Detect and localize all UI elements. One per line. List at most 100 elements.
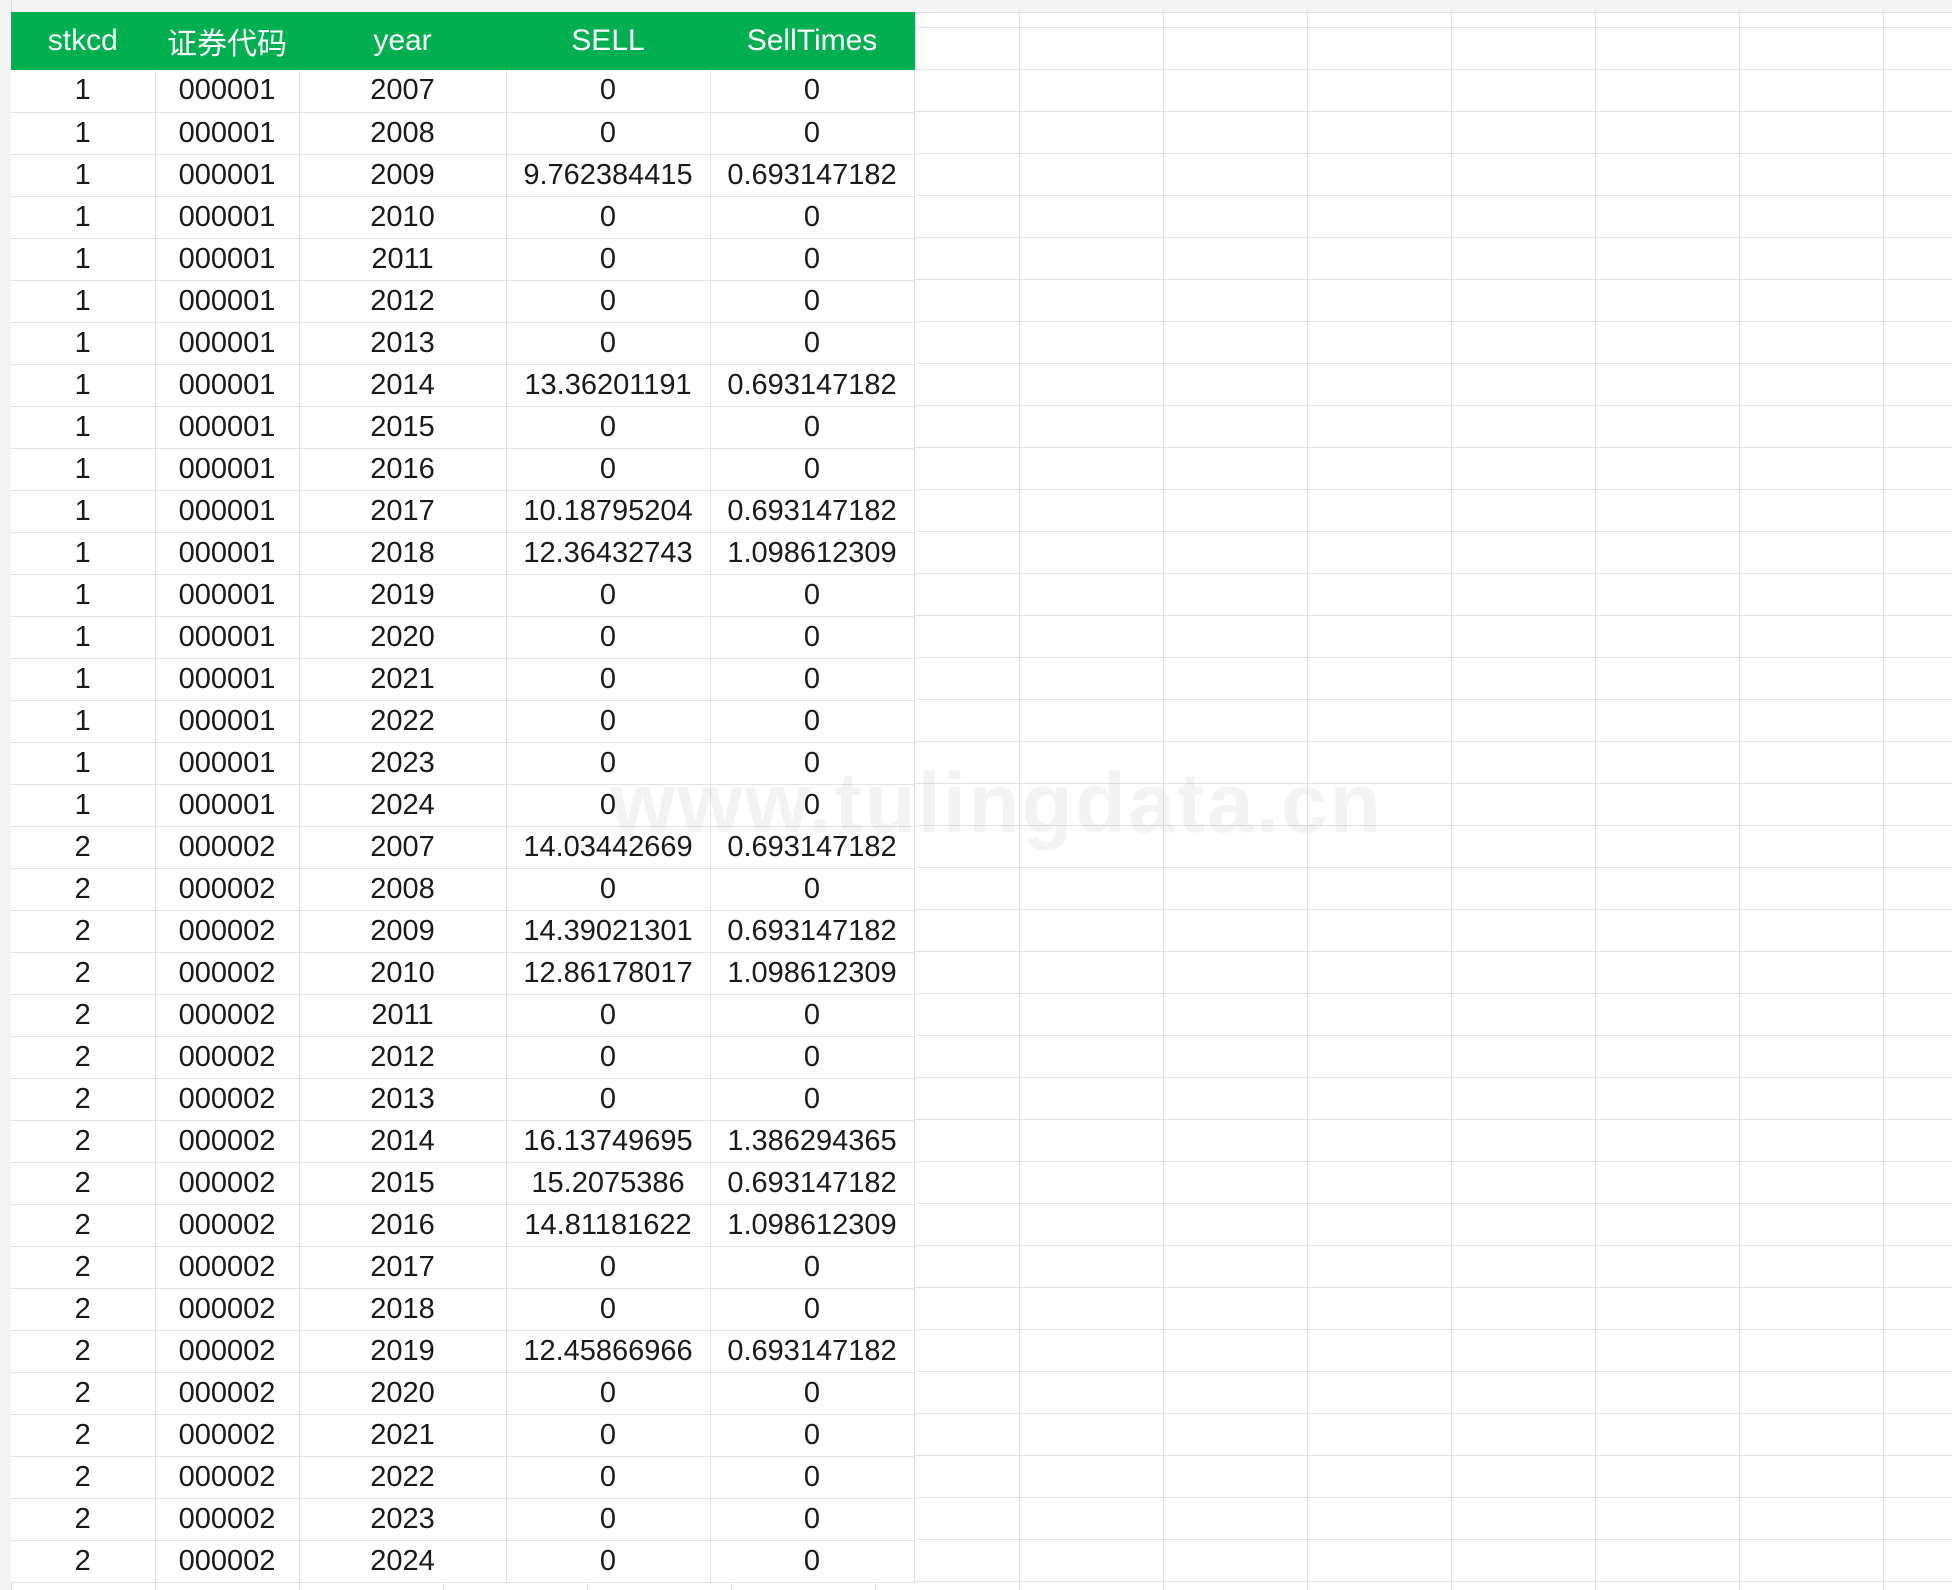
cell-selltimes[interactable]: 0 [710,196,915,239]
cell-stkcd[interactable]: 2 [11,1498,156,1541]
cell-year[interactable]: 2018 [299,1288,507,1331]
cell-year[interactable]: 2024 [299,1540,507,1583]
cell-stkcd[interactable]: 2 [11,910,156,953]
cell-sell[interactable]: 0 [506,1078,711,1121]
cell-year[interactable]: 2023 [299,742,507,785]
cell-year[interactable]: 2021 [299,1414,507,1457]
cell-selltimes[interactable]: 0 [710,1498,915,1541]
cell-sell[interactable]: 0 [506,1540,711,1583]
cell-year[interactable]: 2019 [299,1330,507,1373]
cell-sell[interactable]: 9.762384415 [506,154,711,197]
cell-stkcd[interactable]: 2 [11,868,156,911]
cell-security-code[interactable]: 000002 [155,994,300,1037]
cell-selltimes[interactable]: 0 [710,238,915,281]
cell-security-code[interactable]: 000001 [155,322,300,365]
cell-security-code[interactable]: 000002 [155,1498,300,1541]
cell-stkcd[interactable]: 2 [11,952,156,995]
cell-year[interactable]: 2018 [299,532,507,575]
cell-security-code[interactable]: 000001 [155,364,300,407]
cell-stkcd[interactable]: 1 [11,658,156,701]
cell-selltimes[interactable]: 1.098612309 [710,1204,915,1247]
cell-sell[interactable]: 0 [506,238,711,281]
cell-sell[interactable]: 0 [506,448,711,491]
cell-sell[interactable]: 0 [506,784,711,827]
cell-security-code[interactable]: 000002 [155,1162,300,1205]
cell-year[interactable]: 2009 [299,154,507,197]
cell-selltimes[interactable]: 0 [710,406,915,449]
cell-sell[interactable]: 0 [506,868,711,911]
cell-sell[interactable]: 0 [506,700,711,743]
cell-security-code[interactable]: 000002 [155,1120,300,1163]
cell-stkcd[interactable]: 1 [11,616,156,659]
cell-year[interactable]: 2011 [299,994,507,1037]
cell-selltimes[interactable]: 0 [710,994,915,1037]
cell-selltimes[interactable]: 0 [710,658,915,701]
cell-security-code[interactable]: 000002 [155,826,300,869]
column-header-year[interactable]: year [299,12,507,70]
cell-stkcd[interactable]: 2 [11,1078,156,1121]
cell-year[interactable]: 2024 [299,784,507,827]
cell-sell[interactable]: 0 [506,196,711,239]
cell-year[interactable]: 2010 [299,196,507,239]
cell-security-code[interactable]: 000001 [155,448,300,491]
cell-stkcd[interactable]: 1 [11,490,156,533]
cell-year[interactable]: 2016 [299,448,507,491]
cell-year[interactable]: 2009 [299,910,507,953]
cell-stkcd[interactable]: 1 [11,238,156,281]
cell-security-code[interactable]: 000001 [155,112,300,155]
cell-selltimes[interactable]: 0 [710,784,915,827]
cell-sell[interactable]: 0 [506,1246,711,1289]
cell-sell[interactable]: 15.2075386 [506,1162,711,1205]
cell-selltimes[interactable]: 0.693147182 [710,910,915,953]
cell-year[interactable]: 2011 [299,238,507,281]
cell-sell[interactable]: 0 [506,280,711,323]
cell-security-code[interactable]: 000001 [155,700,300,743]
cell-sell[interactable]: 10.18795204 [506,490,711,533]
cell-year[interactable]: 2023 [299,1498,507,1541]
cell-selltimes[interactable]: 0.693147182 [710,1330,915,1373]
cell-stkcd[interactable]: 2 [11,1414,156,1457]
cell-security-code[interactable]: 000002 [155,1246,300,1289]
cell-selltimes[interactable]: 0 [710,1246,915,1289]
cell-sell[interactable]: 0 [506,1414,711,1457]
cell-stkcd[interactable]: 1 [11,448,156,491]
cell-security-code[interactable]: 000002 [155,1540,300,1583]
cell-stkcd[interactable]: 1 [11,742,156,785]
cell-stkcd[interactable]: 1 [11,322,156,365]
cell-selltimes[interactable]: 0 [710,742,915,785]
cell-year[interactable]: 2022 [299,700,507,743]
cell-year[interactable]: 2017 [299,1246,507,1289]
cell-security-code[interactable]: 000002 [155,1330,300,1373]
cell-selltimes[interactable]: 0.693147182 [710,490,915,533]
cell-stkcd[interactable]: 2 [11,1162,156,1205]
cell-year[interactable]: 2013 [299,1078,507,1121]
cell-sell[interactable]: 0 [506,1498,711,1541]
cell-sell[interactable]: 0 [506,994,711,1037]
cell-selltimes[interactable]: 0 [710,868,915,911]
column-header-sell[interactable]: SELL [506,12,711,70]
cell-year[interactable]: 2020 [299,1372,507,1415]
cell-stkcd[interactable]: 1 [11,406,156,449]
cell-sell[interactable]: 16.13749695 [506,1120,711,1163]
cell-selltimes[interactable]: 0.693147182 [710,826,915,869]
cell-sell[interactable]: 0 [506,1036,711,1079]
cell-selltimes[interactable]: 0 [710,1414,915,1457]
cell-sell[interactable]: 0 [506,616,711,659]
cell-selltimes[interactable]: 0 [710,280,915,323]
cell-sell[interactable]: 14.81181622 [506,1204,711,1247]
cell-security-code[interactable]: 000001 [155,574,300,617]
cell-security-code[interactable]: 000002 [155,1036,300,1079]
cell-security-code[interactable]: 000001 [155,238,300,281]
cell-security-code[interactable]: 000001 [155,406,300,449]
cell-selltimes[interactable]: 0 [710,1456,915,1499]
cell-sell[interactable]: 12.36432743 [506,532,711,575]
cell-year[interactable]: 2015 [299,1162,507,1205]
cell-stkcd[interactable]: 2 [11,1036,156,1079]
cell-selltimes[interactable]: 1.386294365 [710,1120,915,1163]
cell-stkcd[interactable]: 2 [11,1456,156,1499]
cell-stkcd[interactable]: 1 [11,784,156,827]
cell-stkcd[interactable]: 1 [11,280,156,323]
cell-selltimes[interactable]: 1.098612309 [710,532,915,575]
cell-security-code[interactable]: 000002 [155,1204,300,1247]
cell-stkcd[interactable]: 2 [11,1120,156,1163]
